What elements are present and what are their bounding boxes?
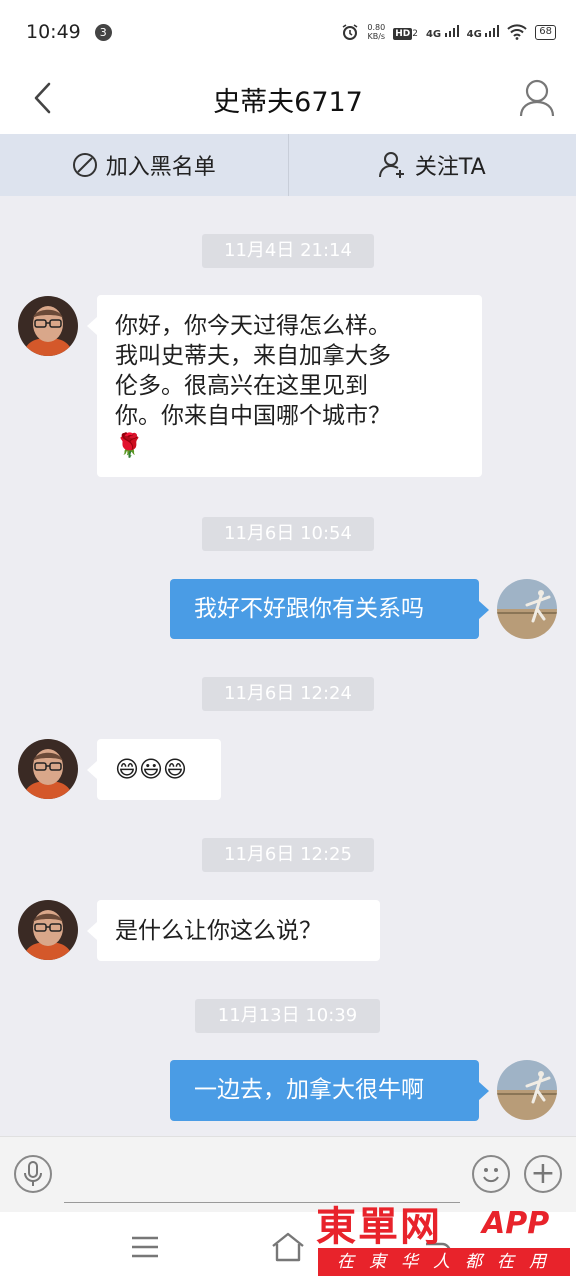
my-avatar-image bbox=[497, 579, 557, 639]
outgoing-message[interactable]: 一边去，加拿大很牛啊 bbox=[170, 1060, 489, 1121]
page-title: 史蒂夫6717 bbox=[213, 86, 363, 118]
contact-avatar-image bbox=[18, 296, 78, 356]
hd-label: HD bbox=[393, 27, 413, 40]
status-time: 10:49 bbox=[26, 21, 81, 43]
hd-badge: HD 2 bbox=[393, 26, 418, 40]
incoming-message[interactable]: 你好，你今天过得怎么样。 我叫史蒂夫，来自加拿大多 伦多。很高兴在这里见到 你。… bbox=[87, 295, 482, 477]
chat-header: 史蒂夫6717 bbox=[0, 64, 576, 134]
user-icon bbox=[519, 79, 555, 117]
signal-1-label: 4G bbox=[425, 28, 442, 40]
wifi-icon bbox=[507, 24, 527, 40]
outgoing-message[interactable]: 我好不好跟你有关系吗 bbox=[170, 579, 489, 639]
back-button[interactable] bbox=[24, 80, 60, 116]
block-icon bbox=[72, 153, 97, 177]
signal-2-label: 4G bbox=[466, 28, 482, 40]
my-avatar-image bbox=[497, 1060, 557, 1120]
smiley-icon bbox=[483, 1168, 499, 1183]
profile-button[interactable] bbox=[518, 78, 556, 118]
my-avatar[interactable] bbox=[497, 1060, 557, 1120]
message-list[interactable]: 11月4日 21:14 你好，你今天过得怎么样。 我叫史蒂夫，来自加拿大多 伦多… bbox=[0, 196, 576, 1136]
more-actions-button[interactable]: + bbox=[524, 1155, 562, 1193]
status-indicators: 0.80 KB/s HD 2 4G 4G 68 bbox=[341, 23, 556, 41]
status-bar: 10:49 3 0.80 KB/s HD 2 4G 4G 68 bbox=[0, 0, 576, 64]
voice-input-button[interactable] bbox=[14, 1155, 52, 1193]
net-speed: 0.80 KB/s bbox=[367, 23, 385, 41]
plus-icon: + bbox=[530, 1156, 556, 1191]
menu-icon bbox=[132, 1236, 158, 1258]
alarm-icon bbox=[342, 24, 358, 40]
microphone-icon bbox=[24, 1161, 42, 1186]
action-bar: 加入黑名单 关注TA bbox=[0, 134, 576, 196]
message-line: 你好，你今天过得怎么样。 bbox=[115, 313, 391, 339]
signal-2: 4G bbox=[466, 24, 500, 40]
add-user-icon bbox=[378, 152, 404, 178]
hd-sub: 2 bbox=[412, 28, 418, 39]
watermark-logo: 東單网 APP 在東华人都在用 bbox=[316, 1194, 572, 1278]
incoming-message[interactable]: 😄😃😄 bbox=[87, 739, 221, 800]
home-icon bbox=[272, 1232, 304, 1262]
rose-emoji: 🌹 bbox=[115, 433, 144, 459]
watermark-main-text: 東單网 bbox=[316, 1204, 442, 1250]
battery-indicator: 68 bbox=[535, 24, 556, 40]
contact-avatar-image bbox=[18, 900, 78, 960]
message-timestamp: 11月6日 12:24 bbox=[202, 677, 374, 711]
contact-avatar[interactable] bbox=[18, 296, 78, 356]
blacklist-label: 加入黑名单 bbox=[105, 155, 216, 180]
chevron-left-icon bbox=[34, 82, 51, 114]
notification-count-badge: 3 bbox=[94, 23, 112, 41]
message-timestamp: 11月4日 21:14 bbox=[202, 234, 374, 268]
menu-button[interactable] bbox=[128, 1230, 162, 1264]
message-timestamp: 11月6日 12:25 bbox=[202, 838, 374, 872]
net-speed-value: 0.80 bbox=[367, 23, 386, 32]
my-avatar[interactable] bbox=[497, 579, 557, 639]
emoji-button[interactable] bbox=[472, 1155, 510, 1193]
signal-1: 4G bbox=[425, 24, 459, 40]
contact-avatar[interactable] bbox=[18, 739, 78, 799]
net-speed-unit: KB/s bbox=[367, 32, 386, 41]
add-to-blacklist-button[interactable]: 加入黑名单 bbox=[0, 134, 288, 196]
contact-avatar[interactable] bbox=[18, 900, 78, 960]
message-timestamp: 11月13日 10:39 bbox=[195, 999, 380, 1033]
message-line: 伦多。很高兴在这里见到 bbox=[115, 373, 368, 399]
message-line: 你。你来自中国哪个城市？ bbox=[115, 403, 391, 429]
watermark-slogan: 在東华人都在用 bbox=[318, 1248, 570, 1276]
contact-avatar-image bbox=[18, 739, 78, 799]
watermark-app-text: APP bbox=[482, 1206, 550, 1241]
signal-bars-icon bbox=[444, 24, 459, 37]
home-button[interactable] bbox=[270, 1230, 304, 1264]
signal-bars-icon bbox=[485, 24, 500, 37]
incoming-message[interactable]: 是什么让你这么说？ bbox=[87, 900, 380, 961]
follow-label: 关注TA bbox=[414, 155, 486, 180]
message-timestamp: 11月6日 10:54 bbox=[202, 517, 374, 551]
follow-button[interactable]: 关注TA bbox=[289, 134, 576, 196]
message-line: 我叫史蒂夫，来自加拿大多 bbox=[115, 343, 391, 369]
